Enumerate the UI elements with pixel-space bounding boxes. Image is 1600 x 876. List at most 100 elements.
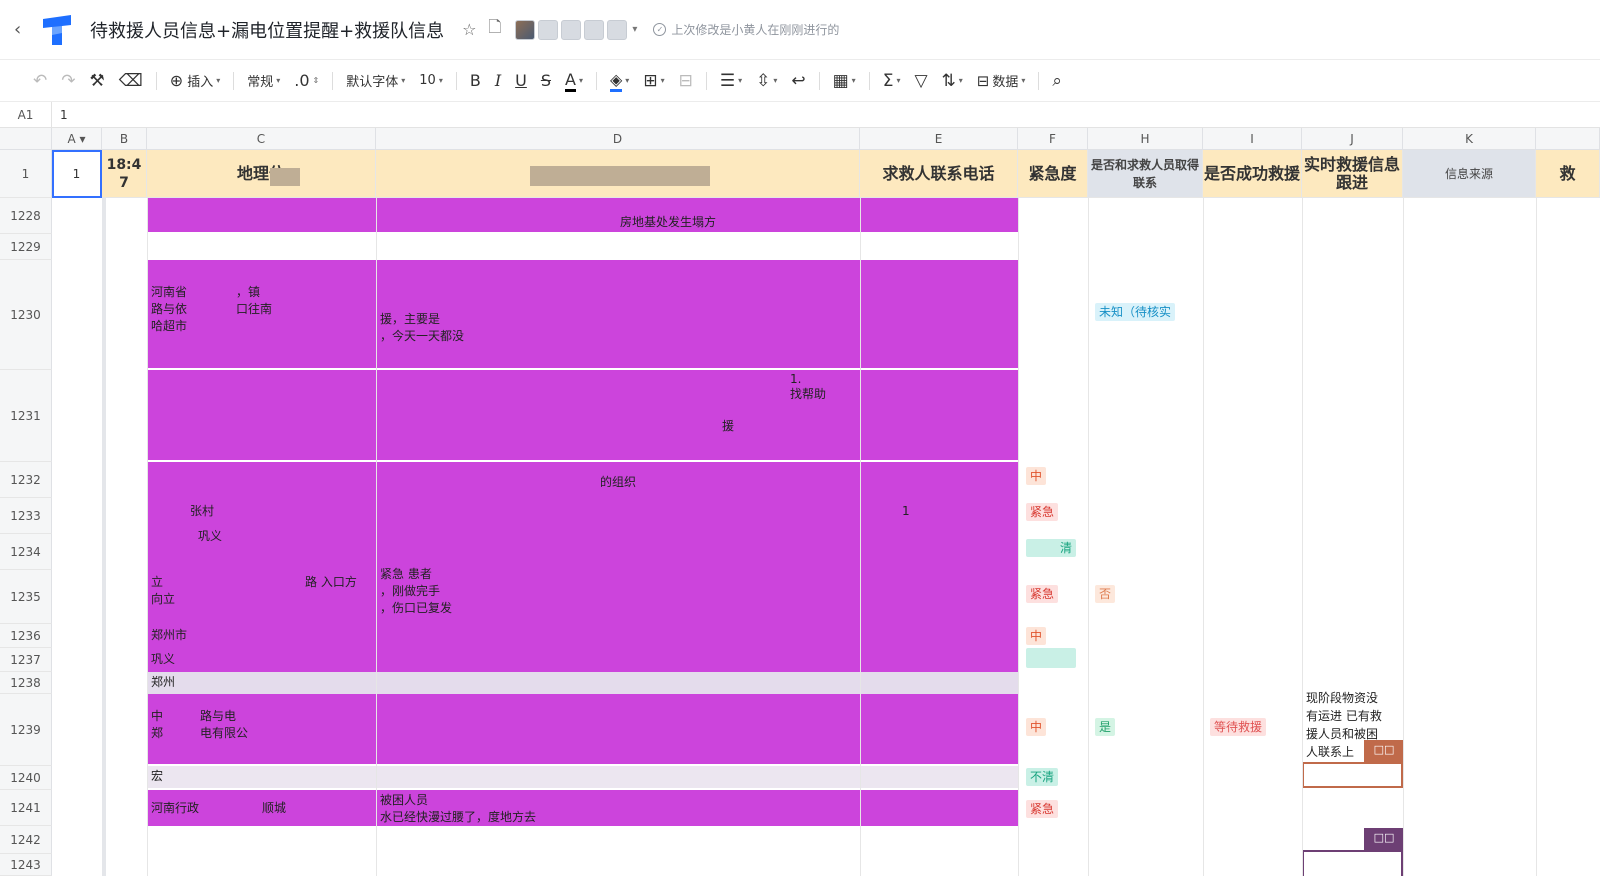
urgency-tag[interactable]: 清	[1026, 539, 1076, 557]
urgency-tag[interactable]: 中	[1026, 718, 1047, 736]
row-header[interactable]: 1229	[0, 234, 52, 260]
italic-button[interactable]: I	[488, 67, 508, 95]
redo-icon[interactable]: ↷	[54, 67, 82, 95]
cell-j1[interactable]: 实时救援信息跟进	[1302, 150, 1403, 198]
cell-c1230-fragment: 口往南	[236, 302, 273, 316]
cell-h1[interactable]: 是否和求救人员取得联系	[1088, 150, 1203, 198]
column-header-j[interactable]: J	[1302, 128, 1403, 150]
urgency-tag[interactable]: 紧急	[1026, 800, 1059, 818]
number-format-dropdown[interactable]: 常规 ▾	[240, 67, 287, 95]
column-header-e[interactable]: E	[860, 128, 1018, 150]
row-header[interactable]: 1233	[0, 498, 52, 534]
column-header-c[interactable]: C	[147, 128, 376, 150]
format-painter-icon[interactable]: ⚒	[83, 67, 112, 95]
sum-icon[interactable]: Σ ▾	[876, 67, 908, 95]
chart-icon[interactable]: ▦ ▾	[826, 67, 863, 95]
fill-color-button[interactable]: ◈ ▾	[603, 67, 636, 95]
horizontal-align-icon[interactable]: ☰ ▾	[713, 67, 749, 95]
row-header[interactable]: 1242	[0, 826, 52, 854]
row-header[interactable]: 1232	[0, 462, 52, 498]
row-header[interactable]: 1243	[0, 854, 52, 876]
strikethrough-button[interactable]: S	[534, 67, 558, 95]
row-header[interactable]: 1234	[0, 534, 52, 570]
wrap-text-icon[interactable]: ↩	[784, 67, 812, 95]
cell-c1[interactable]: 地理位	[147, 150, 376, 198]
column-header-f[interactable]: F	[1018, 128, 1088, 150]
column-line	[1302, 198, 1303, 876]
urgency-tag[interactable]: 不清	[1026, 768, 1059, 786]
borders-icon[interactable]: ⊞ ▾	[636, 67, 671, 95]
undo-icon[interactable]: ↶	[26, 67, 54, 95]
select-all-corner[interactable]	[0, 128, 52, 150]
column-header-b[interactable]: B	[102, 128, 147, 150]
data-menu-button[interactable]: ⊟ 数据 ▾	[970, 67, 1033, 95]
urgency-tag[interactable]: 中	[1026, 627, 1047, 645]
bold-button[interactable]: B	[463, 67, 488, 95]
filter-icon[interactable]: ▽	[907, 67, 934, 95]
cell-b1[interactable]: 18:4 7	[102, 150, 147, 198]
document-title[interactable]: 待救援人员信息+漏电位置提醒+救援队信息	[90, 17, 444, 43]
urgency-tag[interactable]	[1026, 648, 1076, 668]
font-size-dropdown[interactable]: 10 ▾	[412, 67, 450, 95]
decimal-label: .0	[294, 71, 310, 90]
row-header[interactable]: 1239	[0, 694, 52, 766]
column-header-d[interactable]: D	[376, 128, 860, 150]
column-line	[1088, 198, 1089, 876]
underline-button[interactable]: U	[508, 67, 534, 95]
vertical-align-icon[interactable]: ⇳ ▾	[749, 67, 784, 95]
spreadsheet-grid[interactable]: A ▾ B C D E F H I J K 1 1 18:4 7 地理位 求救人…	[0, 128, 1600, 876]
cell-d1235-line1: 紧急 患者	[380, 567, 432, 581]
rescue-status-tag[interactable]: 等待救援	[1210, 718, 1267, 736]
urgency-tag[interactable]: 紧急	[1026, 585, 1059, 603]
cell-l1[interactable]: 救	[1536, 150, 1600, 198]
column-header-l[interactable]	[1536, 128, 1600, 150]
avatar	[561, 19, 582, 40]
star-icon[interactable]: ☆	[462, 20, 476, 39]
formula-input[interactable]: 1	[52, 108, 68, 122]
column-header-k[interactable]: K	[1403, 128, 1536, 150]
row-header[interactable]: 1236	[0, 624, 52, 648]
back-icon[interactable]: ‹	[14, 19, 30, 40]
row-header[interactable]: 1238	[0, 672, 52, 694]
contact-status-tag[interactable]: 否	[1095, 585, 1116, 603]
column-header-a[interactable]: A ▾	[52, 128, 102, 150]
sort-icon[interactable]: ⇅ ▾	[935, 67, 970, 95]
row-header[interactable]: 1241	[0, 790, 52, 826]
column-header-h[interactable]: H	[1088, 128, 1203, 150]
column-line	[1018, 198, 1019, 876]
chevron-down-icon: ▾	[958, 76, 963, 85]
cell-k1[interactable]: 信息来源	[1403, 150, 1536, 198]
font-size-label: 10	[419, 73, 436, 88]
contact-status-tag[interactable]: 未知（待核实	[1095, 303, 1176, 321]
avatar	[538, 19, 559, 40]
merge-cells-icon[interactable]: ⊟	[672, 67, 700, 95]
insert-button[interactable]: ⊕ 插入 ▾	[163, 67, 227, 95]
chevron-down-icon[interactable]: ▾	[632, 24, 637, 35]
row-header[interactable]: 1228	[0, 198, 52, 234]
urgency-tag[interactable]: 紧急	[1026, 503, 1059, 521]
row-header[interactable]: 1237	[0, 648, 52, 672]
row-header[interactable]: 1231	[0, 370, 52, 462]
row-header[interactable]: 1235	[0, 570, 52, 624]
clear-format-icon[interactable]: ⌫	[112, 67, 150, 95]
divider	[1038, 71, 1040, 90]
cell-e1[interactable]: 求救人联系电话	[860, 150, 1018, 198]
row-header-1[interactable]: 1	[0, 150, 52, 198]
column-header-i[interactable]: I	[1203, 128, 1302, 150]
search-icon[interactable]: ⌕	[1045, 67, 1069, 95]
column-line	[1403, 198, 1404, 876]
cell-f1[interactable]: 紧急度	[1018, 150, 1088, 198]
cell-c1237-text: 巩义	[151, 652, 176, 666]
cell-i1[interactable]: 是否成功救援	[1203, 150, 1302, 198]
row-header[interactable]: 1240	[0, 766, 52, 790]
chevron-down-icon: ▾	[660, 76, 665, 85]
font-color-button[interactable]: A ▾	[558, 67, 590, 95]
cell-reference[interactable]: A1	[0, 102, 52, 127]
document-info-icon[interactable]: 🗋	[489, 16, 502, 43]
contact-status-tag[interactable]: 是	[1095, 718, 1116, 736]
font-family-dropdown[interactable]: 默认字体 ▾	[339, 67, 412, 95]
decimal-stepper[interactable]: .0 ⇕	[287, 67, 326, 95]
row-header[interactable]: 1230	[0, 260, 52, 370]
urgency-tag[interactable]: 中	[1026, 467, 1047, 485]
collaborator-avatars[interactable]: ▾	[515, 19, 637, 40]
